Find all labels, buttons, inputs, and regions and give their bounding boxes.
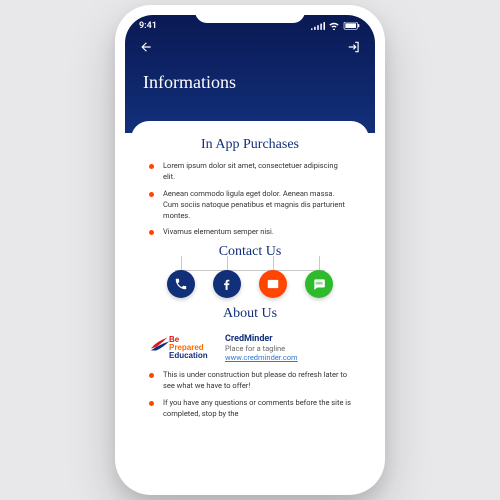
svg-text:SMS: SMS bbox=[315, 282, 323, 286]
email-button[interactable] bbox=[259, 270, 287, 298]
exit-button[interactable] bbox=[347, 39, 361, 58]
brand-link[interactable]: www.credminder.com bbox=[225, 353, 298, 362]
wing-icon bbox=[149, 334, 171, 356]
page-title: Informations bbox=[125, 58, 375, 93]
status-indicators bbox=[311, 22, 361, 30]
tagline: Place for a tagline bbox=[225, 344, 298, 353]
about-row: Be Prepared Education CredMinder Place f… bbox=[145, 330, 355, 370]
screen: 9:41 Informations In App Purchases bbox=[125, 15, 375, 485]
about-text: CredMinder Place for a tagline www.credm… bbox=[225, 334, 298, 362]
facebook-button[interactable] bbox=[213, 270, 241, 298]
contact-buttons: SMS bbox=[145, 270, 355, 298]
list-item: This is under construction but please do… bbox=[149, 370, 351, 392]
header: 9:41 Informations bbox=[125, 15, 375, 133]
email-icon bbox=[266, 277, 280, 291]
content-card: In App Purchases Lorem ipsum dolor sit a… bbox=[131, 121, 369, 481]
contact-heading: Contact Us bbox=[145, 244, 355, 260]
about-list: This is under construction but please do… bbox=[145, 370, 355, 420]
battery-icon bbox=[343, 22, 361, 30]
nav-row bbox=[125, 31, 375, 58]
phone-frame: 9:41 Informations In App Purchases bbox=[115, 5, 385, 495]
list-item: Lorem ipsum dolor sit amet, consectetuer… bbox=[149, 161, 351, 183]
facebook-icon bbox=[220, 277, 234, 291]
sms-button[interactable]: SMS bbox=[305, 270, 333, 298]
phone-button[interactable] bbox=[167, 270, 195, 298]
notch bbox=[195, 5, 305, 23]
status-time: 9:41 bbox=[139, 21, 157, 31]
logo-line3: Education bbox=[169, 352, 213, 360]
sms-icon: SMS bbox=[312, 277, 326, 291]
iap-heading: In App Purchases bbox=[145, 137, 355, 153]
list-item: Aenean commodo ligula eget dolor. Aenean… bbox=[149, 189, 351, 222]
phone-icon bbox=[174, 277, 188, 291]
brand-name: CredMinder bbox=[225, 334, 298, 344]
list-item: If you have any questions or comments be… bbox=[149, 398, 351, 420]
exit-icon bbox=[347, 40, 361, 54]
iap-list: Lorem ipsum dolor sit amet, consectetuer… bbox=[145, 161, 355, 238]
logo: Be Prepared Education bbox=[153, 336, 213, 361]
about-heading: About Us bbox=[145, 306, 355, 322]
back-arrow-icon bbox=[139, 40, 153, 54]
list-item: Vivamus elementum semper nisi. bbox=[149, 227, 351, 238]
back-button[interactable] bbox=[139, 39, 153, 58]
signal-icon bbox=[311, 22, 325, 30]
wifi-icon bbox=[328, 22, 340, 30]
